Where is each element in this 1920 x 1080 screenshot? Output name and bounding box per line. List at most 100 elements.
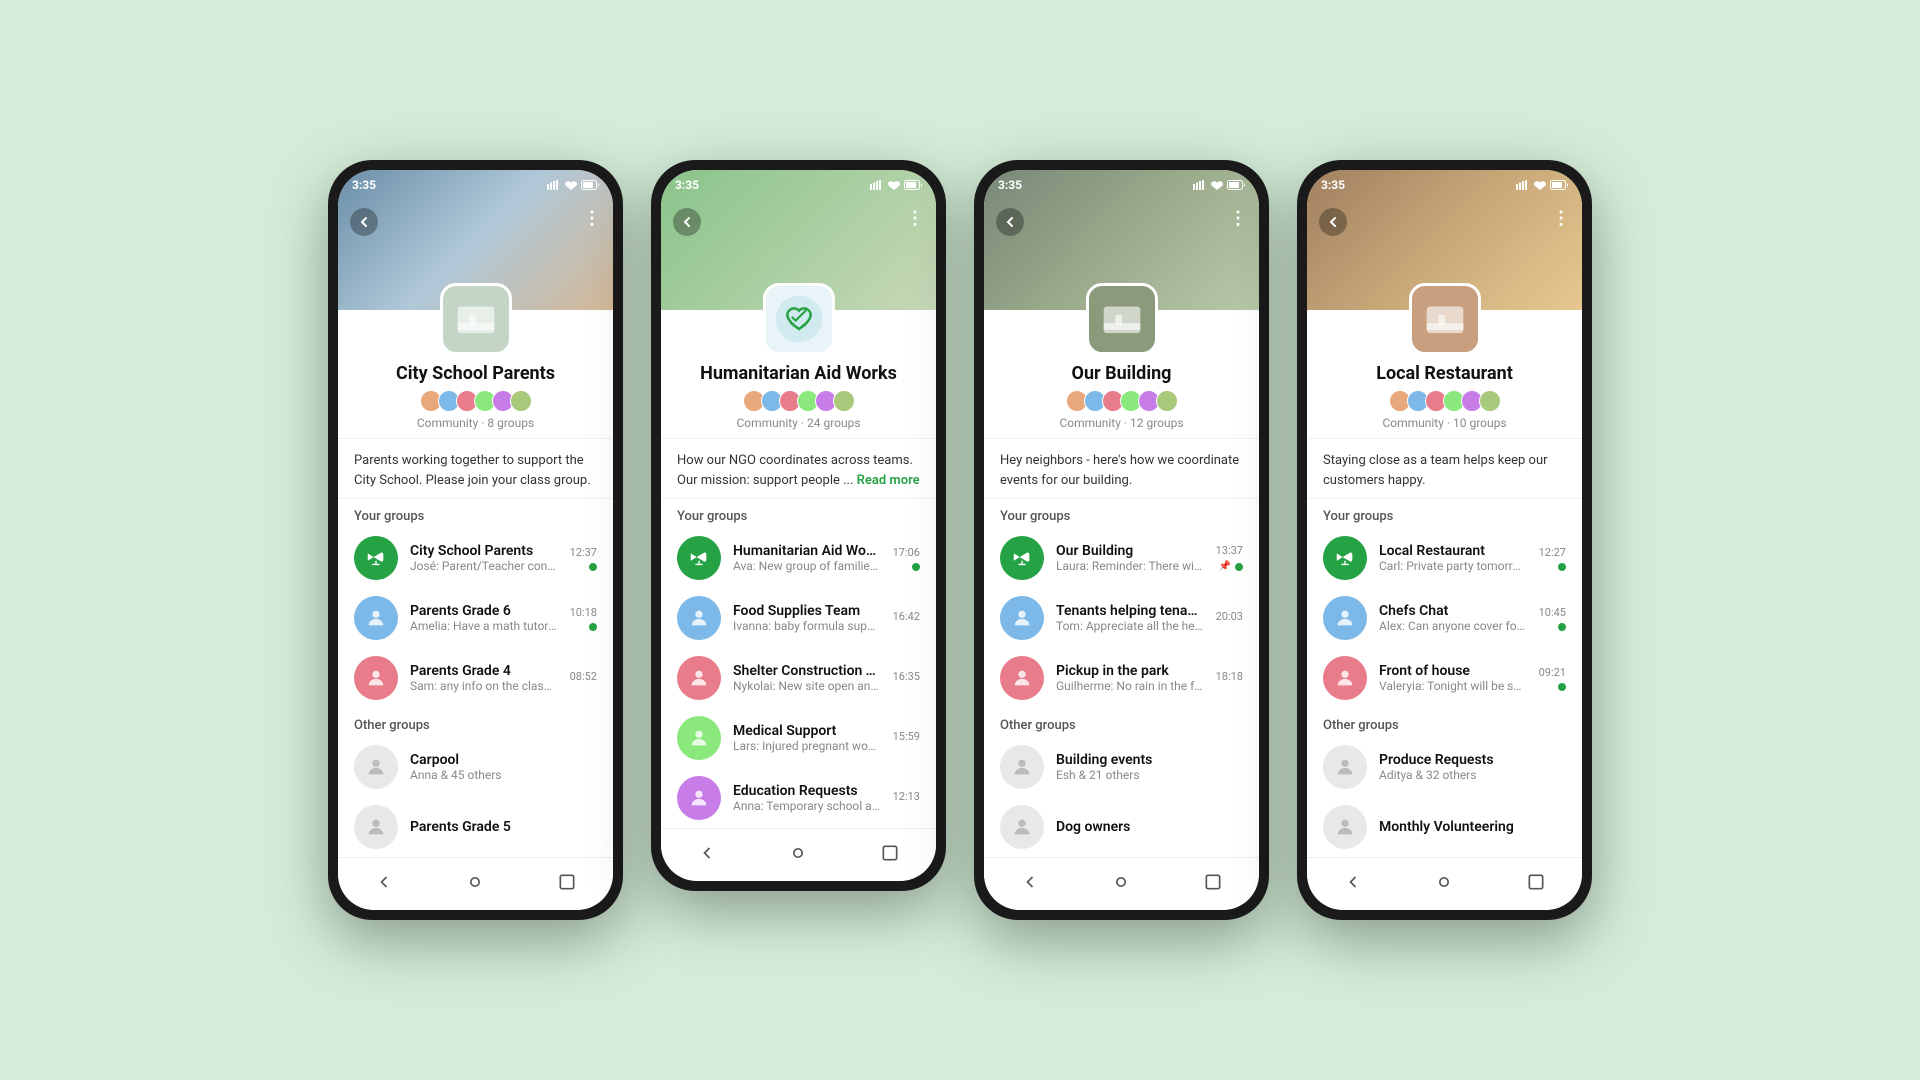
status-time: 3:35	[1321, 178, 1345, 192]
group-item-sub: Alex: Can anyone cover for me?	[1379, 619, 1527, 633]
home-nav-button[interactable]	[1430, 868, 1458, 896]
other-group-name: Produce Requests	[1379, 752, 1566, 768]
more-button[interactable]: ⋮	[906, 208, 924, 229]
group-item-sub: Amelia: Have a math tutor for the upco..…	[410, 619, 558, 633]
description: Staying close as a team helps keep our c…	[1307, 439, 1582, 499]
unread-dot	[589, 563, 597, 571]
group-item-time: 16:42	[893, 610, 920, 623]
group-item-text: Education Requests Anna: Temporary schoo…	[733, 783, 881, 813]
group-item[interactable]: Chefs Chat Alex: Can anyone cover for me…	[1307, 588, 1582, 648]
group-info: Humanitarian Aid Works Community · 24 gr…	[661, 355, 936, 439]
bottom-nav	[338, 857, 613, 910]
group-item-indicators	[589, 623, 597, 631]
other-group-name: Dog owners	[1056, 819, 1243, 835]
more-button[interactable]: ⋮	[1229, 208, 1247, 229]
cover-area: 3:35 ⋮	[661, 170, 936, 355]
your-groups-label: Your groups	[338, 499, 613, 528]
group-item-name: Food Supplies Team	[733, 603, 881, 619]
group-item[interactable]: Pickup in the park Guilherme: No rain in…	[984, 648, 1259, 708]
back-button[interactable]	[1319, 208, 1347, 236]
group-item-meta: 12:13	[893, 790, 920, 807]
other-groups-label: Other groups	[984, 708, 1259, 737]
community-label: Community · 12 groups	[1000, 416, 1243, 430]
home-nav-button[interactable]	[784, 839, 812, 867]
other-group-item[interactable]: Building events Esh & 21 others	[984, 737, 1259, 797]
group-item-sub: Ava: New group of families waiting ...	[733, 559, 881, 573]
bottom-nav	[661, 828, 936, 881]
square-nav-button[interactable]	[1522, 868, 1550, 896]
description: Hey neighbors - here's how we coordinate…	[984, 439, 1259, 499]
group-item-text: City School Parents José: Parent/Teacher…	[410, 543, 558, 573]
back-button[interactable]	[996, 208, 1024, 236]
groups-section: Your groups Our Building Laura: Reminder…	[984, 499, 1259, 857]
group-item[interactable]: Local Restaurant Carl: Private party tom…	[1307, 528, 1582, 588]
other-group-item[interactable]: Carpool Anna & 45 others	[338, 737, 613, 797]
more-button[interactable]: ⋮	[583, 208, 601, 229]
other-group-item[interactable]: Monthly Volunteering	[1307, 797, 1582, 857]
group-avatar-icon	[1000, 596, 1044, 640]
group-item-name: Parents Grade 6	[410, 603, 558, 619]
back-button[interactable]	[350, 208, 378, 236]
square-nav-button[interactable]	[1199, 868, 1227, 896]
square-nav-button[interactable]	[553, 868, 581, 896]
group-announcement-icon	[1323, 536, 1367, 580]
other-group-sub: Aditya & 32 others	[1379, 768, 1566, 782]
group-item[interactable]: Education Requests Anna: Temporary schoo…	[661, 768, 936, 828]
group-item[interactable]: Tenants helping tenants Tom: Appreciate …	[984, 588, 1259, 648]
description: Parents working together to support the …	[338, 439, 613, 499]
community-avatar	[440, 283, 512, 355]
back-nav-button[interactable]	[370, 868, 398, 896]
other-group-item[interactable]: Parents Grade 5	[338, 797, 613, 857]
group-item[interactable]: Food Supplies Team Ivanna: baby formula …	[661, 588, 936, 648]
other-group-text: Building events Esh & 21 others	[1056, 752, 1243, 782]
square-nav-button[interactable]	[876, 839, 904, 867]
back-button[interactable]	[673, 208, 701, 236]
group-item[interactable]: Humanitarian Aid Works Ava: New group of…	[661, 528, 936, 588]
other-group-icon	[1323, 745, 1367, 789]
home-nav-button[interactable]	[461, 868, 489, 896]
group-item-name: Medical Support	[733, 723, 881, 739]
pin-icon: 📌	[1219, 561, 1231, 572]
other-group-item[interactable]: Dog owners	[984, 797, 1259, 857]
back-nav-button[interactable]	[1016, 868, 1044, 896]
group-item[interactable]: Shelter Construction Team Nykolai: New s…	[661, 648, 936, 708]
group-item-sub: José: Parent/Teacher conferences ...	[410, 559, 558, 573]
group-item-time: 08:52	[570, 670, 597, 683]
group-item-indicators	[912, 563, 920, 571]
group-item[interactable]: Parents Grade 4 Sam: any info on the cla…	[338, 648, 613, 708]
group-item-name: Shelter Construction Team	[733, 663, 881, 679]
more-button[interactable]: ⋮	[1552, 208, 1570, 229]
groups-section: Your groups Humanitarian Aid Works Ava: …	[661, 499, 936, 828]
cover-area: 3:35 ⋮	[338, 170, 613, 355]
back-nav-button[interactable]	[1339, 868, 1367, 896]
other-group-name: Monthly Volunteering	[1379, 819, 1566, 835]
group-item-meta: 09:21	[1539, 666, 1566, 691]
group-item-sub: Guilherme: No rain in the forecast!	[1056, 679, 1204, 693]
group-item[interactable]: Front of house Valeryia: Tonight will be…	[1307, 648, 1582, 708]
community-avatar	[1409, 283, 1481, 355]
member-avatars	[1323, 390, 1566, 412]
group-announcement-icon	[1000, 536, 1044, 580]
other-group-item[interactable]: Produce Requests Aditya & 32 others	[1307, 737, 1582, 797]
back-nav-button[interactable]	[693, 839, 721, 867]
group-item[interactable]: Our Building Laura: Reminder: There will…	[984, 528, 1259, 588]
your-groups-label: Your groups	[1307, 499, 1582, 528]
group-item-meta: 12:37	[570, 546, 597, 571]
group-name: Humanitarian Aid Works	[677, 363, 920, 384]
groups-section: Your groups City School Parents José: Pa…	[338, 499, 613, 857]
group-item-meta: 13:37 📌	[1216, 544, 1243, 572]
group-item-indicators: 📌	[1219, 561, 1243, 572]
group-item-name: Humanitarian Aid Works	[733, 543, 881, 559]
group-announcement-icon	[354, 536, 398, 580]
group-item[interactable]: City School Parents José: Parent/Teacher…	[338, 528, 613, 588]
group-item-name: Parents Grade 4	[410, 663, 558, 679]
group-item[interactable]: Parents Grade 6 Amelia: Have a math tuto…	[338, 588, 613, 648]
group-item-time: 16:35	[893, 670, 920, 683]
group-item-meta: 18:18	[1216, 670, 1243, 687]
group-name: Local Restaurant	[1323, 363, 1566, 384]
bottom-nav	[984, 857, 1259, 910]
read-more-btn[interactable]: Read more	[857, 473, 920, 488]
status-time: 3:35	[998, 178, 1022, 192]
home-nav-button[interactable]	[1107, 868, 1135, 896]
group-item[interactable]: Medical Support Lars: Injured pregnant w…	[661, 708, 936, 768]
